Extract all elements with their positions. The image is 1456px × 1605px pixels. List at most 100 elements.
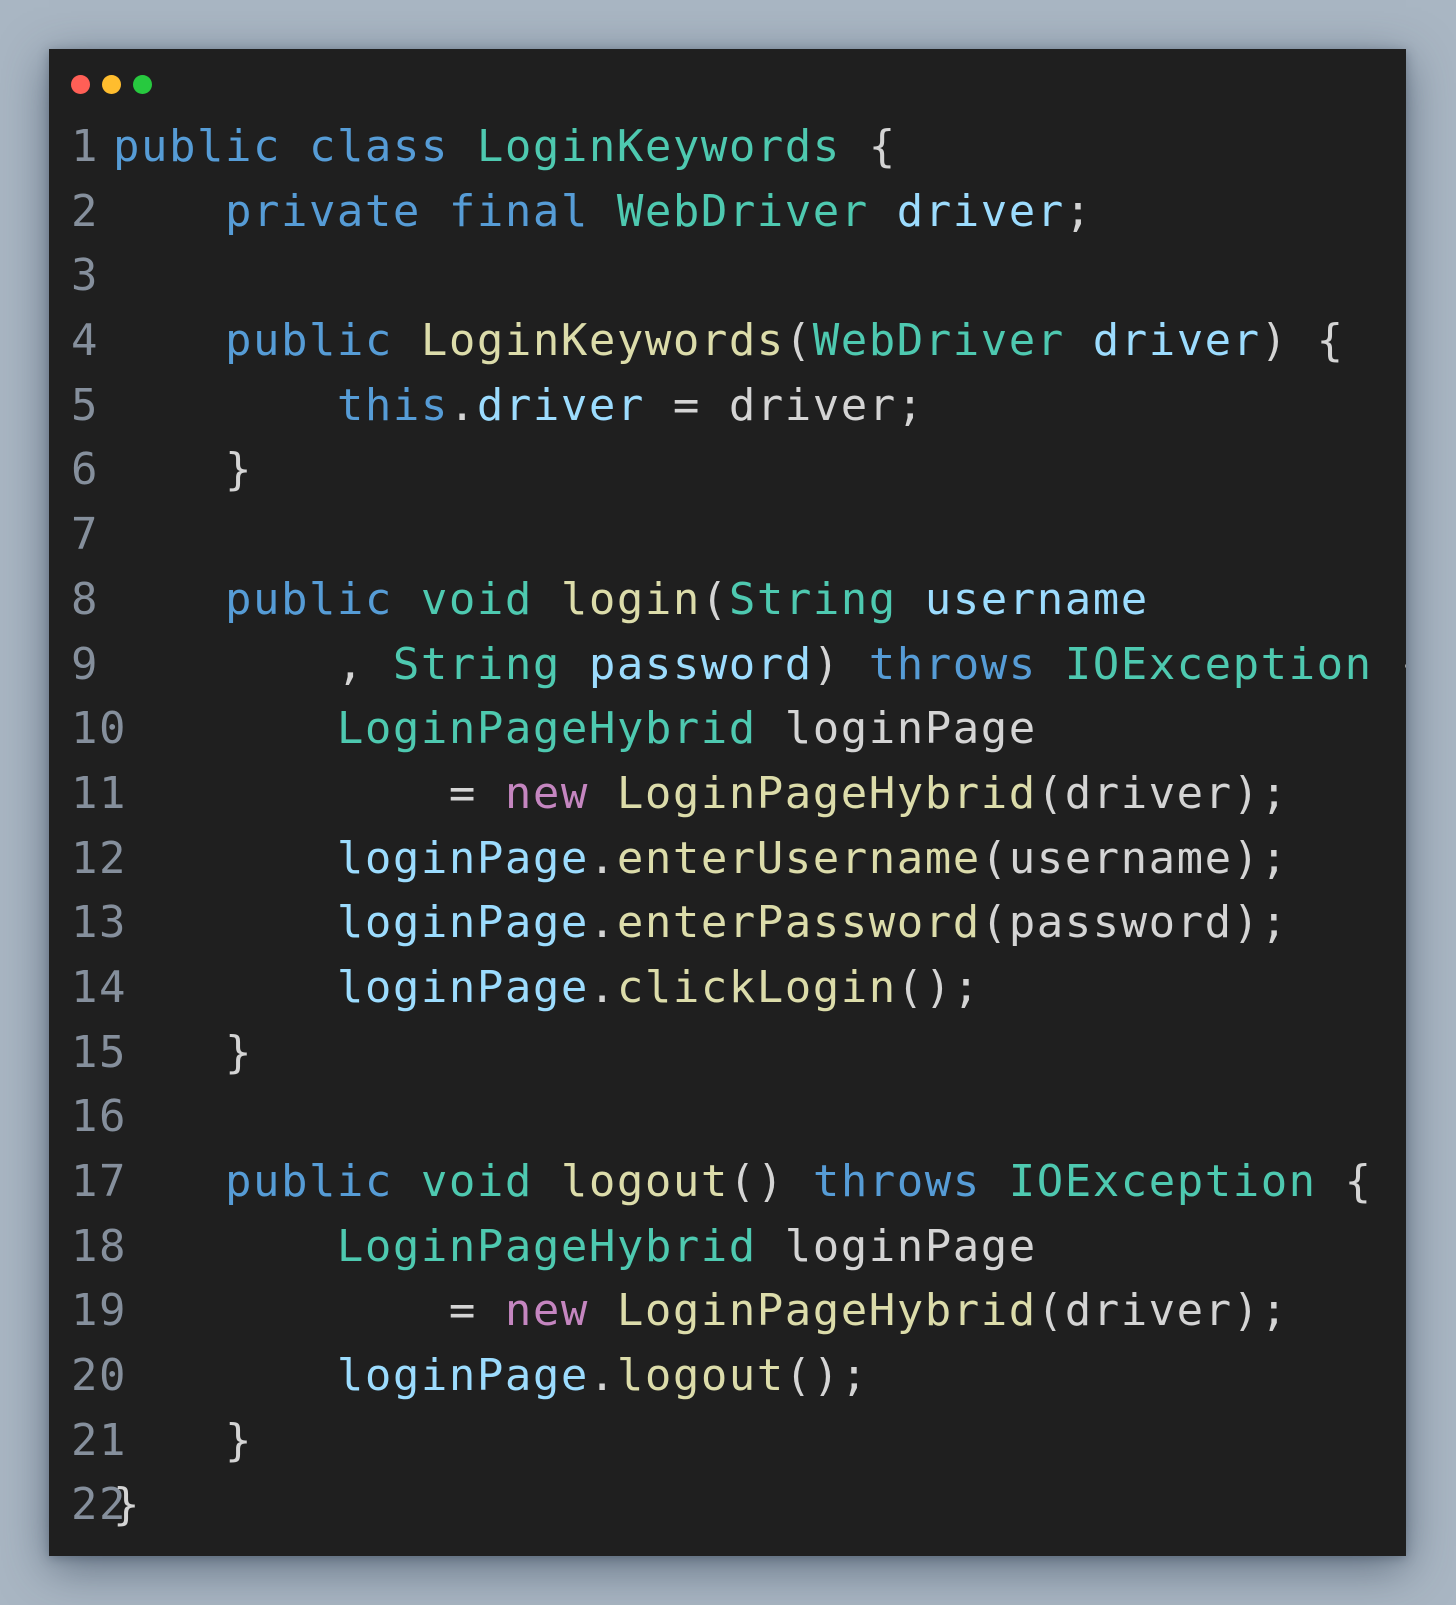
code-token: =	[448, 767, 505, 819]
code-token: )	[812, 638, 869, 690]
code-text: loginPage.enterPassword(password);	[113, 891, 1289, 956]
code-token: ,	[336, 638, 393, 690]
code-token: loginPage	[336, 1350, 589, 1402]
code-token: logout	[560, 1156, 729, 1207]
code-text: LoginPageHybrid loginPage	[113, 1215, 1037, 1280]
code-token: ()	[728, 1156, 813, 1207]
code-text: = new LoginPageHybrid(driver);	[113, 762, 1289, 827]
code-token: String	[728, 573, 897, 625]
code-token: (	[784, 315, 813, 367]
code-token: public	[224, 573, 393, 625]
code-token: login	[560, 573, 701, 625]
code-token: IOException	[1008, 1156, 1317, 1207]
line-number: 16	[71, 1091, 127, 1143]
code-token: password	[588, 638, 813, 690]
code-token: ;	[1064, 185, 1093, 237]
code-token: .	[588, 897, 617, 949]
code-token: void	[420, 1156, 533, 1207]
code-token: throws	[812, 1156, 981, 1207]
code-text: public void logout() throws IOException …	[113, 1150, 1373, 1215]
code-token: (username);	[980, 832, 1289, 884]
code-token: LoginPageHybrid	[616, 767, 1037, 819]
code-token: throws	[868, 638, 1037, 690]
code-window: 1 public class LoginKeywords {2 private f…	[49, 49, 1406, 1556]
code-token: ) {	[1260, 315, 1345, 367]
code-text: public class LoginKeywords {	[113, 115, 897, 180]
code-token: loginPage	[756, 1220, 1037, 1272]
code-token: new	[504, 1285, 589, 1337]
code-token: class	[308, 121, 449, 172]
code-text: private final WebDriver driver;	[113, 180, 1093, 245]
line-number: 2	[71, 185, 99, 237]
code-token: {	[1316, 1156, 1373, 1207]
code-token: driver	[1092, 315, 1261, 367]
code-text: }	[113, 1409, 253, 1474]
code-token: WebDriver	[812, 315, 1065, 367]
code-token: = driver;	[644, 379, 925, 431]
code-text: public LoginKeywords(WebDriver driver) {	[113, 309, 1345, 374]
code-token: (password);	[980, 897, 1289, 949]
code-token: loginPage	[336, 961, 589, 1013]
code-token: enterUsername	[616, 832, 981, 884]
code-token: public	[224, 315, 393, 367]
close-icon[interactable]	[71, 75, 90, 94]
code-token: .	[588, 832, 617, 884]
code-token: loginPage	[756, 703, 1037, 755]
code-token: loginPage	[336, 897, 589, 949]
code-token: ();	[896, 961, 981, 1013]
code-token: {	[840, 121, 897, 172]
code-token: loginPage	[336, 832, 589, 884]
code-token: void	[420, 573, 533, 625]
window-controls	[71, 75, 152, 94]
code-text: , String password) throws IOException {	[113, 633, 1406, 698]
line-number: 3	[71, 250, 99, 302]
code-token: logout	[616, 1350, 785, 1402]
code-token: this	[336, 379, 449, 431]
code-text: }	[113, 438, 253, 503]
code-text: LoginPageHybrid loginPage	[113, 697, 1037, 762]
line-number: 6	[71, 444, 99, 496]
code-token: }	[224, 444, 253, 496]
code-token: public	[113, 121, 281, 172]
code-text: }	[113, 1021, 253, 1086]
code-token: String	[392, 638, 561, 690]
code-token: }	[224, 1026, 253, 1078]
code-text: loginPage.clickLogin();	[113, 956, 981, 1021]
code-token: ();	[784, 1350, 869, 1402]
line-number: 7	[71, 509, 99, 561]
minimize-icon[interactable]	[102, 75, 121, 94]
code-token: .	[588, 961, 617, 1013]
code-token: {	[1373, 639, 1406, 690]
code-token: LoginPageHybrid	[336, 1220, 757, 1272]
code-token: .	[588, 1350, 617, 1402]
zoom-icon[interactable]	[133, 75, 152, 94]
code-text: loginPage.logout();	[113, 1344, 869, 1409]
code-text: public void login(String username	[113, 568, 1149, 633]
code-text: = new LoginPageHybrid(driver);	[113, 1279, 1289, 1344]
code-token: (	[700, 573, 729, 625]
code-token: (driver);	[1036, 767, 1289, 819]
line-number: 1	[71, 121, 99, 172]
code-token: LoginPageHybrid	[336, 703, 757, 755]
code-text: this.driver = driver;	[113, 374, 925, 439]
line-number: 5	[71, 379, 99, 431]
code-token: new	[504, 767, 589, 819]
code-token: public	[224, 1156, 393, 1207]
code-token: }	[224, 1414, 253, 1466]
code-token: .	[448, 379, 477, 431]
code-token: final	[448, 185, 589, 237]
code-token: LoginKeywords	[476, 121, 841, 172]
